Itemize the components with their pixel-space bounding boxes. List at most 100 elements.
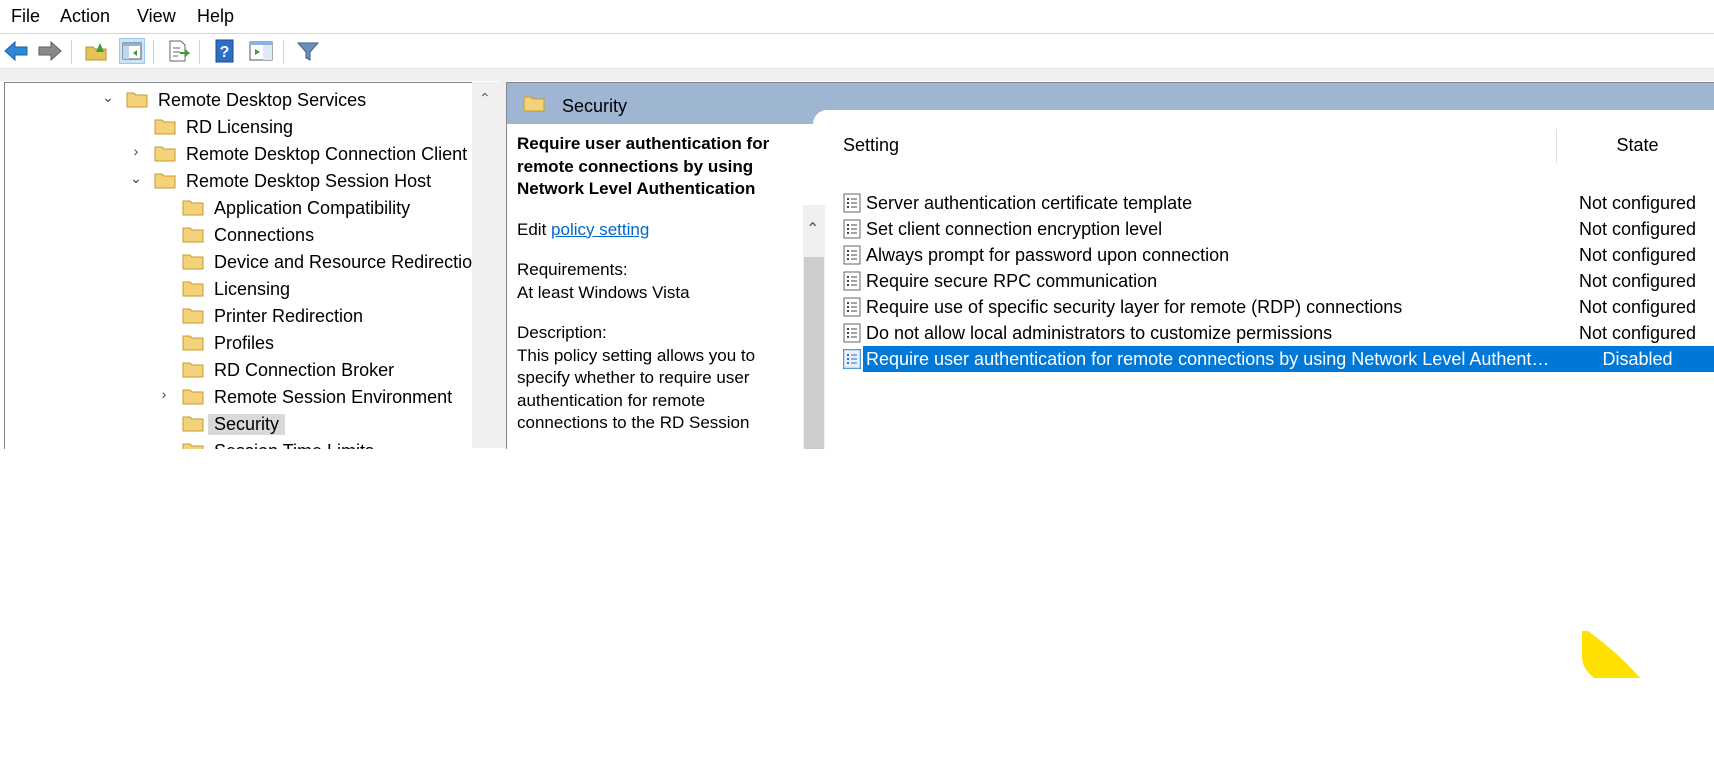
- folder-icon: [182, 443, 204, 449]
- description-scrollbar[interactable]: ⌃: [803, 205, 825, 449]
- scroll-up-icon[interactable]: ⌃: [479, 90, 491, 107]
- folder-icon: [182, 200, 204, 216]
- tree-node-label: Remote Desktop Session Host: [186, 171, 432, 191]
- tree-node-label: Licensing: [214, 279, 291, 299]
- toolbar-bottom-strip: [0, 68, 1714, 81]
- policy-setting-icon: [843, 219, 861, 239]
- forward-arrow-icon[interactable]: [37, 38, 63, 64]
- policy-setting-icon: [843, 271, 861, 291]
- menu-bar: File Action View Help: [0, 0, 1714, 32]
- edit-prefix: Edit: [517, 219, 552, 239]
- setting-state: Not configured: [1578, 271, 1697, 291]
- tree-node-label: Profiles: [214, 333, 275, 353]
- show-action-pane-icon[interactable]: [248, 38, 274, 64]
- setting-name: Do not allow local administrators to cus…: [866, 323, 1333, 343]
- tree-node-label: Security: [208, 414, 286, 435]
- tree-node-label: Remote Desktop Connection Client: [186, 144, 468, 164]
- tree-node-label: Connections: [214, 225, 315, 245]
- toolbar-separator: [71, 40, 72, 64]
- svg-text:?: ?: [220, 44, 230, 61]
- description-panel: Require user authentication for remote c…: [517, 133, 782, 435]
- setting-state: Not configured: [1578, 219, 1697, 239]
- settings-list: Setting State Server authentication cert…: [833, 125, 1714, 449]
- back-arrow-icon[interactable]: [3, 38, 29, 64]
- column-divider[interactable]: [1556, 129, 1557, 163]
- tree-node-label: Application Compatibility: [214, 198, 411, 218]
- setting-state: Not configured: [1578, 297, 1697, 317]
- column-header-state[interactable]: State: [1560, 135, 1714, 156]
- chevron-right-icon[interactable]: ›: [157, 386, 171, 402]
- column-header-setting[interactable]: Setting: [843, 135, 899, 156]
- setting-state: Not configured: [1578, 193, 1697, 213]
- policy-setting-link[interactable]: policy setting: [551, 220, 649, 239]
- requirements-label: Requirements:: [517, 260, 628, 279]
- help-icon[interactable]: ?: [212, 38, 238, 64]
- scroll-thumb[interactable]: [804, 257, 824, 449]
- policy-setting-icon: [843, 349, 861, 369]
- tree-node-label: RD Connection Broker: [214, 360, 395, 380]
- table-row[interactable]: Server authentication certificate templa…: [833, 190, 1714, 216]
- tree-node-label: Printer Redirection: [214, 306, 364, 326]
- folder-icon: [182, 308, 204, 324]
- table-row[interactable]: Require use of specific security layer f…: [833, 294, 1714, 320]
- setting-name: Set client connection encryption level: [866, 219, 1163, 239]
- details-title: Security: [562, 96, 628, 116]
- details-header: Security: [507, 83, 1714, 124]
- setting-name: Require use of specific security layer f…: [866, 297, 1403, 317]
- setting-name: Require secure RPC communication: [866, 271, 1158, 291]
- folder-icon: [182, 335, 204, 351]
- folder-icon: [182, 389, 204, 405]
- setting-name: Require user authentication for remote c…: [866, 349, 1551, 369]
- folder-icon: [182, 254, 204, 270]
- folder-icon: [182, 362, 204, 378]
- description-label: Description:: [517, 323, 607, 342]
- policy-heading: Require user authentication for remote c…: [517, 134, 770, 198]
- description-text: This policy setting allows you to specif…: [517, 345, 756, 433]
- chevron-down-icon[interactable]: ⌄: [101, 89, 115, 106]
- policy-setting-icon: [843, 297, 861, 317]
- tree-scrollbar[interactable]: ⌃: [472, 82, 499, 448]
- table-row-selected[interactable]: Require user authentication for remote c…: [833, 346, 1714, 372]
- tree-node-label: Remote Session Environment: [214, 387, 453, 407]
- chevron-right-icon[interactable]: ›: [129, 143, 143, 159]
- policy-setting-icon: [843, 193, 861, 213]
- menu-view[interactable]: View: [137, 6, 176, 27]
- toolbar: ?: [0, 34, 1714, 68]
- table-row[interactable]: Do not allow local administrators to cus…: [833, 320, 1714, 346]
- details-pane: Security Require user authentication for…: [506, 82, 1714, 449]
- folder-icon: [182, 227, 204, 243]
- chevron-down-icon[interactable]: ⌄: [129, 170, 143, 187]
- tree-node-label: RD Licensing: [186, 117, 294, 137]
- folder-icon: [182, 416, 204, 432]
- filter-icon[interactable]: [295, 38, 321, 64]
- setting-name: Server authentication certificate templa…: [866, 193, 1193, 213]
- table-row[interactable]: Set client connection encryption level N…: [833, 216, 1714, 242]
- setting-state: Disabled: [1602, 349, 1673, 369]
- tree-node-label: Device and Resource Redirection: [214, 252, 483, 272]
- scroll-up-icon[interactable]: ⌃: [806, 219, 819, 239]
- folder-icon: [154, 119, 176, 135]
- folder-icon: [154, 173, 176, 189]
- show-hide-console-tree-icon[interactable]: [119, 38, 145, 64]
- toolbar-separator: [153, 40, 154, 64]
- table-row[interactable]: Always prompt for password upon connecti…: [833, 242, 1714, 268]
- toolbar-separator: [199, 40, 200, 64]
- folder-icon: [182, 281, 204, 297]
- menu-action[interactable]: Action: [60, 6, 110, 27]
- tab-shape: [813, 110, 1714, 124]
- folder-icon: [523, 96, 545, 112]
- tree-node-label: Session Time Limits: [214, 441, 374, 449]
- yellow-marker-shape: [1582, 631, 1640, 678]
- export-list-icon[interactable]: [165, 38, 191, 64]
- requirements-value: At least Windows Vista: [517, 282, 690, 302]
- policy-setting-icon: [843, 245, 861, 265]
- menu-help[interactable]: Help: [197, 6, 234, 27]
- up-folder-icon[interactable]: [84, 38, 110, 64]
- folder-icon: [154, 146, 176, 162]
- folder-icon: [126, 92, 148, 108]
- console-tree: ⌄ Remote Desktop Services RD Licensing ›…: [4, 82, 500, 449]
- setting-name: Always prompt for password upon connecti…: [866, 245, 1230, 265]
- setting-state: Not configured: [1578, 323, 1697, 343]
- menu-file[interactable]: File: [11, 6, 40, 27]
- table-row[interactable]: Require secure RPC communication Not con…: [833, 268, 1714, 294]
